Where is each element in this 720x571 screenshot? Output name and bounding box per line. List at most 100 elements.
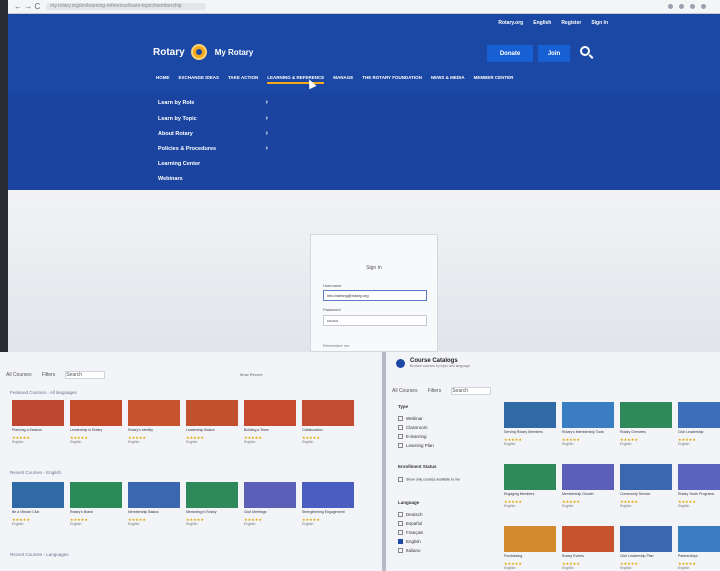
search-input[interactable]: Search: [65, 371, 106, 379]
username-label: Username: [323, 283, 342, 288]
course-card[interactable]: Strengthening Engagement ★★★★★ English: [302, 482, 354, 530]
donate-button[interactable]: Donate: [487, 45, 533, 62]
course-card[interactable]: Leadership Basics ★★★★★ English: [186, 400, 238, 448]
course-card[interactable]: Rotary Events ★★★★★ English: [562, 526, 614, 571]
nav-manage[interactable]: MANAGE: [333, 75, 353, 84]
all-courses-tab[interactable]: All Courses: [392, 388, 418, 394]
filter-language-option[interactable]: Italiano: [398, 548, 421, 554]
menu-item-learn-by-topic[interactable]: Learn by Topic ›: [158, 115, 268, 122]
course-card[interactable]: Club Meetings ★★★★★ English: [244, 482, 296, 530]
filter-language-option[interactable]: Deutsch: [398, 512, 423, 518]
extension-icon[interactable]: [668, 4, 673, 9]
nav-member-center[interactable]: MEMBER CENTER: [474, 75, 514, 84]
course-card[interactable]: Club Leadership ★★★★★ English: [678, 402, 720, 450]
browser-nav-icons[interactable]: ← → C: [14, 2, 40, 11]
checkbox[interactable]: [398, 416, 403, 422]
course-card[interactable]: Fundraising ★★★★★ English: [504, 526, 556, 571]
menu-item-policies-procedures[interactable]: Policies & Procedures ›: [158, 145, 268, 152]
nav-take-action[interactable]: TAKE ACTION: [228, 75, 258, 84]
course-card[interactable]: Engaging Members ★★★★★ English: [504, 464, 556, 512]
extension-icon[interactable]: [701, 4, 706, 9]
course-card[interactable]: Rotary Overview ★★★★★ English: [620, 402, 672, 450]
course-thumbnail: [70, 400, 122, 426]
filter-language-option[interactable]: English: [398, 539, 421, 545]
course-card[interactable]: Rotary's Identity ★★★★★ English: [128, 400, 180, 448]
course-toolbar: All Courses Filters Search: [6, 370, 106, 380]
checkbox[interactable]: [398, 539, 403, 545]
course-card[interactable]: Partnerships ★★★★★ English: [678, 526, 720, 571]
catalog-icon: [396, 358, 405, 368]
course-card[interactable]: Membership Basics ★★★★★ English: [128, 482, 180, 530]
course-card[interactable]: Membership Growth ★★★★★ English: [562, 464, 614, 512]
filter-type-option[interactable]: Classroom: [398, 425, 428, 431]
search-icon[interactable]: [580, 46, 590, 56]
checkbox[interactable]: [398, 443, 403, 449]
filter-type-option[interactable]: Webinar: [398, 416, 423, 422]
course-card[interactable]: Mentoring in Rotary ★★★★★ English: [186, 482, 238, 530]
password-field[interactable]: ••••••••: [323, 315, 427, 326]
course-title: Partnerships: [678, 554, 698, 558]
course-card[interactable]: Leadership in Rotary ★★★★★ English: [70, 400, 122, 448]
checkbox[interactable]: [398, 425, 403, 431]
course-language: English: [244, 440, 256, 444]
utility-link-rotary-org[interactable]: Rotary.org: [498, 20, 523, 26]
filter-type-option[interactable]: Learning Plan: [398, 443, 434, 449]
nav-learning-reference[interactable]: LEARNING & REFERENCE: [267, 75, 325, 84]
all-courses-tab[interactable]: All Courses: [6, 372, 32, 378]
course-card[interactable]: Collaboration ★★★★★ English: [302, 400, 354, 448]
menu-item-about-rotary[interactable]: About Rotary ›: [158, 130, 268, 137]
checkbox[interactable]: [398, 548, 403, 554]
course-card[interactable]: Serving Rotary Members ★★★★★ English: [504, 402, 556, 450]
sort-select[interactable]: Most Recent: [240, 372, 262, 377]
checkbox[interactable]: [398, 521, 403, 527]
monitor-bezel: [0, 0, 8, 352]
course-thumbnail: [562, 402, 614, 428]
course-card[interactable]: Club Leadership Plan ★★★★★ English: [620, 526, 672, 571]
filter-language-option[interactable]: Español: [398, 521, 422, 527]
menu-item-learning-center[interactable]: Learning Center: [158, 161, 268, 167]
course-card[interactable]: Rotary's Brand ★★★★★ English: [70, 482, 122, 530]
course-thumbnail: [12, 482, 64, 508]
course-card[interactable]: Be a Vibrant Club ★★★★★ English: [12, 482, 64, 530]
course-card[interactable]: Community Service ★★★★★ English: [620, 464, 672, 512]
filter-type-option[interactable]: E-learning: [398, 434, 427, 440]
top-screen-photo: ← → C my.rotary.org/en/learning-referenc…: [0, 0, 720, 352]
menu-item-learn-by-role[interactable]: Learn by Role ›: [158, 99, 268, 106]
course-card[interactable]: Rotary Youth Programs ★★★★★ English: [678, 464, 720, 512]
username-field[interactable]: info.training@rotary.org: [323, 290, 427, 301]
filter-status-option[interactable]: Show only courses available to me: [398, 477, 460, 482]
search-input[interactable]: Search: [451, 387, 492, 395]
mega-menu-dropdown: Learn by Role › Learn by Topic › About Rot…: [8, 92, 720, 190]
course-thumbnail: [620, 526, 672, 552]
checkbox[interactable]: [398, 477, 403, 482]
course-thumbnail: [12, 400, 64, 426]
checkbox[interactable]: [398, 512, 403, 518]
address-bar[interactable]: my.rotary.org/en/learning-reference/lear…: [46, 3, 207, 10]
course-card[interactable]: Rotary's Membership Tools ★★★★★ English: [562, 402, 614, 450]
nav-home[interactable]: HOME: [156, 75, 170, 84]
join-button[interactable]: Join: [538, 45, 570, 62]
language-select[interactable]: English: [533, 20, 551, 26]
course-card[interactable]: Planning a Session ★★★★★ English: [12, 400, 64, 448]
extension-icon[interactable]: [679, 4, 684, 9]
course-title: Collaboration: [302, 428, 323, 432]
filter-language-option[interactable]: Français: [398, 530, 423, 536]
filters-button[interactable]: Filters: [428, 388, 442, 394]
course-title: Strengthening Engagement: [302, 510, 345, 514]
course-title: Leadership Basics: [186, 428, 215, 432]
course-card[interactable]: Building a Team ★★★★★ English: [244, 400, 296, 448]
menu-item-webinars[interactable]: Webinars: [158, 176, 268, 182]
checkbox[interactable]: [398, 530, 403, 536]
checkbox[interactable]: [398, 434, 403, 440]
nav-exchange-ideas[interactable]: EXCHANGE IDEAS: [179, 75, 220, 84]
remember-me-checkbox[interactable]: Remember me: [323, 343, 349, 348]
filters-button[interactable]: Filters: [42, 372, 56, 378]
course-title: Membership Basics: [128, 510, 159, 514]
course-language: English: [70, 440, 82, 444]
register-link[interactable]: Register: [561, 20, 581, 26]
sign-in-link[interactable]: Sign In: [591, 20, 608, 26]
nav-news-media[interactable]: NEWS & MEDIA: [431, 75, 465, 84]
site-logo[interactable]: Rotary My Rotary: [153, 44, 253, 60]
nav-rotary-foundation[interactable]: THE ROTARY FOUNDATION: [362, 75, 422, 84]
extension-icon[interactable]: [690, 4, 695, 9]
